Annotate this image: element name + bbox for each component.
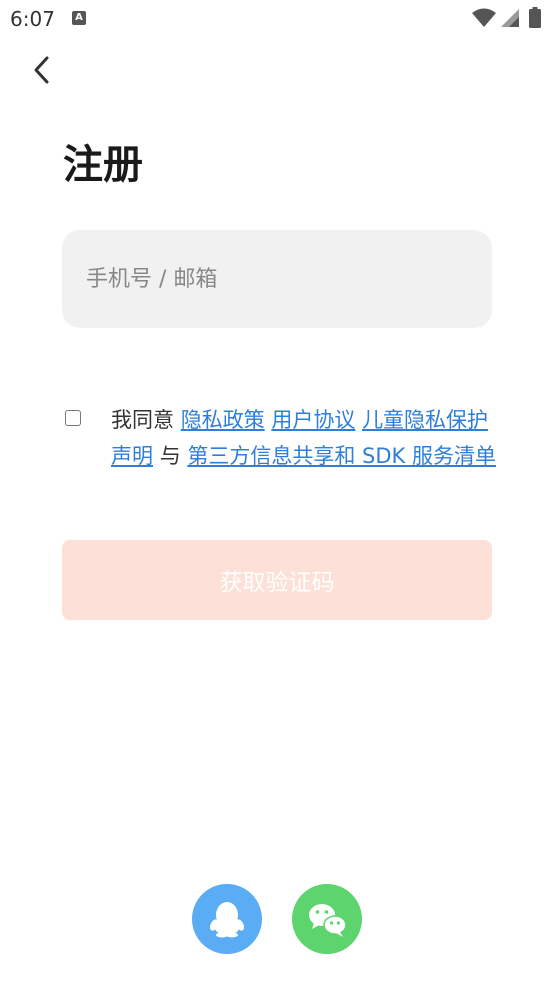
third-party-sdk-link[interactable]: 第三方信息共享和 SDK 服务清单	[187, 444, 496, 468]
notification-a-icon: A	[72, 11, 86, 25]
wifi-icon	[472, 8, 496, 27]
wechat-login-button[interactable]	[292, 884, 362, 954]
user-agreement-link[interactable]: 用户协议	[271, 408, 355, 432]
privacy-policy-link[interactable]: 隐私政策	[181, 408, 265, 432]
get-code-button[interactable]: 获取验证码	[62, 540, 492, 620]
agreement-prefix: 我同意	[111, 408, 174, 432]
agreement-checkbox[interactable]	[65, 410, 81, 426]
wechat-chat-icon	[309, 904, 347, 937]
account-input[interactable]	[62, 230, 492, 328]
qq-login-button[interactable]	[192, 884, 262, 954]
battery-icon	[529, 7, 541, 28]
status-bar: 6:07 A	[0, 0, 553, 36]
chevron-left-icon	[34, 56, 49, 84]
status-time: 6:07	[10, 7, 55, 31]
qq-penguin-icon	[209, 902, 245, 938]
agreement-conjunction: 与	[159, 444, 181, 468]
signal-icon	[501, 9, 519, 27]
page-title: 注册	[63, 142, 143, 188]
back-button[interactable]	[26, 52, 60, 88]
agreement-text: 我同意 隐私政策 用户协议 儿童隐私保护声明 与 第三方信息共享和 SDK 服务…	[111, 402, 501, 474]
